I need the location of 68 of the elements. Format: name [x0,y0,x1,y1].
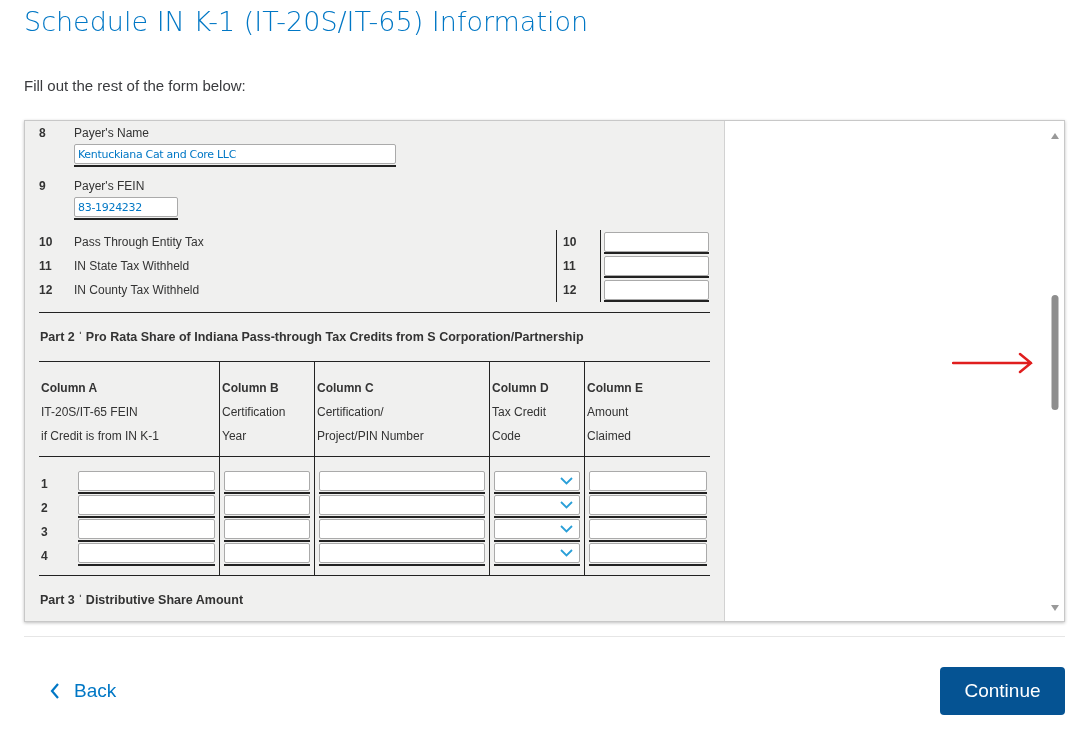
text-field[interactable] [224,543,310,563]
amount-field[interactable] [604,232,709,252]
text-field[interactable] [589,495,707,515]
line-number: 10 [39,234,54,251]
chevron-down-icon [560,549,573,557]
column-subheading: Certification [222,404,287,421]
box-number: 10 [563,234,577,251]
column-subheading: Amount [587,404,630,421]
line-number: 3 [40,524,49,541]
text-field[interactable] [224,471,310,491]
continue-button[interactable]: Continue [940,667,1065,715]
amount-field[interactable] [604,280,709,300]
column-subheading: Year [222,428,248,445]
instruction-text: Fill out the rest of the form below: [24,76,247,96]
field-label: IN County Tax Withheld [74,282,201,299]
text-field[interactable]: Kentuckiana Cat and Core LLC [74,144,396,164]
amount-field[interactable] [604,256,709,276]
column-heading: Column A [41,380,99,397]
column-subheading: Project/PIN Number [317,428,425,445]
text-field[interactable] [224,519,310,539]
chevron-left-icon [50,683,60,699]
box-number: 11 [563,258,576,275]
dropdown-field[interactable] [494,543,580,563]
line-number: 9 [39,178,47,195]
dropdown-field[interactable] [494,519,580,539]
text-field[interactable] [78,519,215,539]
column-subheading: IT-20S/IT-65 FEIN [41,404,139,421]
text-field[interactable] [78,471,215,491]
line-number: 1 [40,476,49,493]
text-field[interactable] [589,543,707,563]
column-subheading: Tax Credit [492,404,548,421]
text-field[interactable] [319,471,485,491]
chevron-down-icon [560,501,573,509]
text-field[interactable] [589,471,707,491]
field-label: Payer's Name [74,125,149,142]
column-subheading: Certification/ [317,404,385,421]
section-title: Part 2 ˈ Pro Rata Share of Indiana Pass-through Tax Credits from S Corporation/Partnership [40,328,584,346]
column-heading: Column C [317,380,375,397]
text-field[interactable] [589,519,707,539]
line-number: 4 [40,548,49,565]
text-field[interactable] [78,543,215,563]
column-heading: Column E [587,380,644,397]
text-field[interactable] [78,495,215,515]
chevron-down-icon [560,525,573,533]
field-label: IN State Tax Withheld [74,258,191,275]
column-heading: Column B [222,380,280,397]
box-number: 12 [563,282,577,299]
line-number: 2 [40,500,49,517]
section-title: Part 3 ˈ Distributive Share Amount [40,591,244,609]
text-field[interactable] [319,495,485,515]
line-number: 11 [39,258,53,275]
dropdown-field[interactable] [494,471,580,491]
field-label: Payer's FEIN [74,178,145,195]
column-heading: Column D [492,380,550,397]
dropdown-field[interactable] [494,495,580,515]
text-field[interactable] [319,519,485,539]
text-field[interactable] [319,543,485,563]
text-field[interactable]: 83-1924232 [74,197,178,217]
text-field[interactable] [224,495,310,515]
page-title: Schedule IN K-1 (IT-20S/IT-65) Information [24,5,590,39]
column-subheading: Claimed [587,428,632,445]
column-subheading: if Credit is from IN K-1 [41,428,161,445]
line-number: 12 [39,282,54,299]
chevron-down-icon [560,477,573,485]
field-label: Pass Through Entity Tax [74,234,205,251]
line-number: 8 [39,125,47,142]
column-subheading: Code [492,428,522,445]
back-button[interactable]: Back [24,672,123,710]
